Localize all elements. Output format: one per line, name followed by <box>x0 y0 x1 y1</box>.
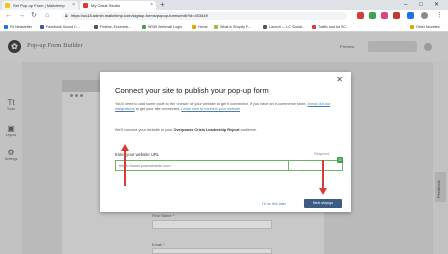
modal-title: Connect your site to publish your pop-up… <box>115 86 269 95</box>
forward-icon[interactable]: → <box>18 11 25 21</box>
builder-sidebar: Tt Tools ▣ Layout ⚙ Settings <box>0 62 22 254</box>
extension-icon[interactable] <box>357 12 364 19</box>
browser-tab-active[interactable]: My Oasis Studio × <box>80 1 156 10</box>
email-field[interactable] <box>152 248 272 254</box>
bookmark-icon <box>94 24 98 29</box>
type-icon: Tt <box>7 98 15 107</box>
close-icon[interactable]: ✕ <box>336 76 343 84</box>
bookmark-item[interactable]: WSW Webmail Login <box>142 23 182 31</box>
minimize-icon[interactable]: – <box>404 0 407 10</box>
close-tab-icon[interactable]: × <box>72 1 75 10</box>
bookmark-item[interactable]: Facebook Sound C... <box>40 23 80 31</box>
annotation-arrowhead-down <box>319 188 327 195</box>
window-dots-icon <box>70 84 85 102</box>
reload-icon[interactable]: ↻ <box>31 11 37 21</box>
site-favicon-icon <box>83 3 88 8</box>
plus-icon[interactable]: + <box>160 0 165 10</box>
bookmark-icon <box>312 24 316 29</box>
tab-title: Set Pop-up Form | Mailchimp <box>13 3 65 8</box>
extension-icon[interactable] <box>369 12 376 19</box>
app-header: ✿ Pop-up Form Builder Preview <box>0 32 448 62</box>
bookmark-item[interactable]: Fit Newsletter <box>4 23 32 31</box>
bookmark-icon <box>4 24 8 29</box>
annotation-arrow <box>124 150 126 186</box>
bookmarks-bar: Fit Newsletter Facebook Sound C... Finte… <box>0 22 448 32</box>
browser-tab-strip: Set Pop-up Form | Mailchimp × My Oasis S… <box>0 0 448 10</box>
gear-icon: ⚙ <box>7 148 15 157</box>
modal-description: You'll need to add some code to the <hea… <box>115 102 331 112</box>
bookmark-icon <box>214 24 218 29</box>
bookmark-icon <box>142 24 146 29</box>
address-bar[interactable]: 🔒︎ https://us18.admin.mailchimp.com/sign… <box>62 12 347 20</box>
home-icon[interactable]: ⌂ <box>45 11 49 21</box>
close-icon[interactable]: ✕ <box>434 0 439 10</box>
field-label: First Name * <box>152 213 175 218</box>
maximize-icon[interactable]: □ <box>419 0 423 10</box>
bookmark-item[interactable]: Other favorites <box>410 23 440 31</box>
url-field-label: Enter your website URL <box>115 152 160 157</box>
layout-icon: ▣ <box>7 124 15 133</box>
website-url-input[interactable] <box>115 160 289 171</box>
bookmark-item[interactable]: Launch — LC Social... <box>263 23 305 31</box>
folder-icon <box>410 24 414 29</box>
grammarly-icon[interactable]: G <box>337 157 343 163</box>
lock-icon: 🔒︎ <box>65 13 68 19</box>
browser-toolbar: ← → ↻ ⌂ 🔒︎ https://us18.admin.mailchimp.… <box>0 10 448 22</box>
feedback-tab[interactable]: Feedback <box>435 172 446 202</box>
page-title: Pop-up Form Builder <box>27 42 83 49</box>
bookmark-item[interactable]: Fintess, Eccentric... <box>94 23 131 31</box>
audience-name: Overpower Crisis Leadership Report <box>173 128 240 132</box>
url-text: https://us18.admin.mailchimp.com/signup-… <box>71 13 208 18</box>
bookmark-icon <box>192 24 196 29</box>
required-label: Required <box>314 152 330 156</box>
bookmark-item[interactable]: Traffic and Ad SC... <box>312 23 349 31</box>
sidebar-item-settings[interactable]: ⚙ Settings <box>0 148 22 162</box>
preview-link[interactable]: Preview <box>340 44 354 49</box>
back-icon[interactable]: ← <box>5 11 12 21</box>
tab-title: My Oasis Studio <box>91 3 121 8</box>
sidebar-item-tools[interactable]: Tt Tools <box>0 98 22 112</box>
first-name-field[interactable] <box>152 220 272 229</box>
audience-description: We'll connect your website to your Overp… <box>115 128 258 132</box>
close-tab-icon[interactable]: × <box>150 1 153 10</box>
annotation-arrowhead-up <box>121 144 129 151</box>
profile-avatar[interactable] <box>421 12 428 19</box>
connect-site-modal: ✕ Connect your site to publish your pop-… <box>100 72 351 212</box>
browser-tab[interactable]: Set Pop-up Form | Mailchimp × <box>2 1 78 10</box>
next-step-button[interactable]: Next step/go <box>304 199 342 208</box>
do-later-link[interactable]: I'll do this later <box>262 202 286 206</box>
menu-icon[interactable]: ⋮ <box>436 11 443 21</box>
field-label: Email * <box>152 242 165 247</box>
website-url-input-extension <box>289 160 343 171</box>
bookmark-item[interactable]: What is Shopify F... <box>214 23 251 31</box>
extension-icon[interactable] <box>381 12 388 19</box>
extension-icon[interactable] <box>407 12 414 19</box>
bookmark-icon <box>263 24 267 29</box>
feedback-strip: Feedback <box>433 62 448 254</box>
publish-button[interactable] <box>368 41 417 52</box>
sidebar-item-layout[interactable]: ▣ Layout <box>0 124 22 138</box>
learn-connect-link[interactable]: Learn how to connect your website <box>181 107 240 111</box>
extension-icon[interactable] <box>393 12 400 19</box>
bookmark-icon <box>40 24 44 29</box>
help-icon[interactable] <box>424 43 432 51</box>
head-tag: <head> <box>176 102 190 106</box>
mailchimp-favicon-icon <box>5 3 10 8</box>
mailchimp-logo-icon[interactable]: ✿ <box>8 40 21 53</box>
bookmark-item[interactable]: Home <box>192 23 208 31</box>
annotation-arrow <box>322 160 324 188</box>
